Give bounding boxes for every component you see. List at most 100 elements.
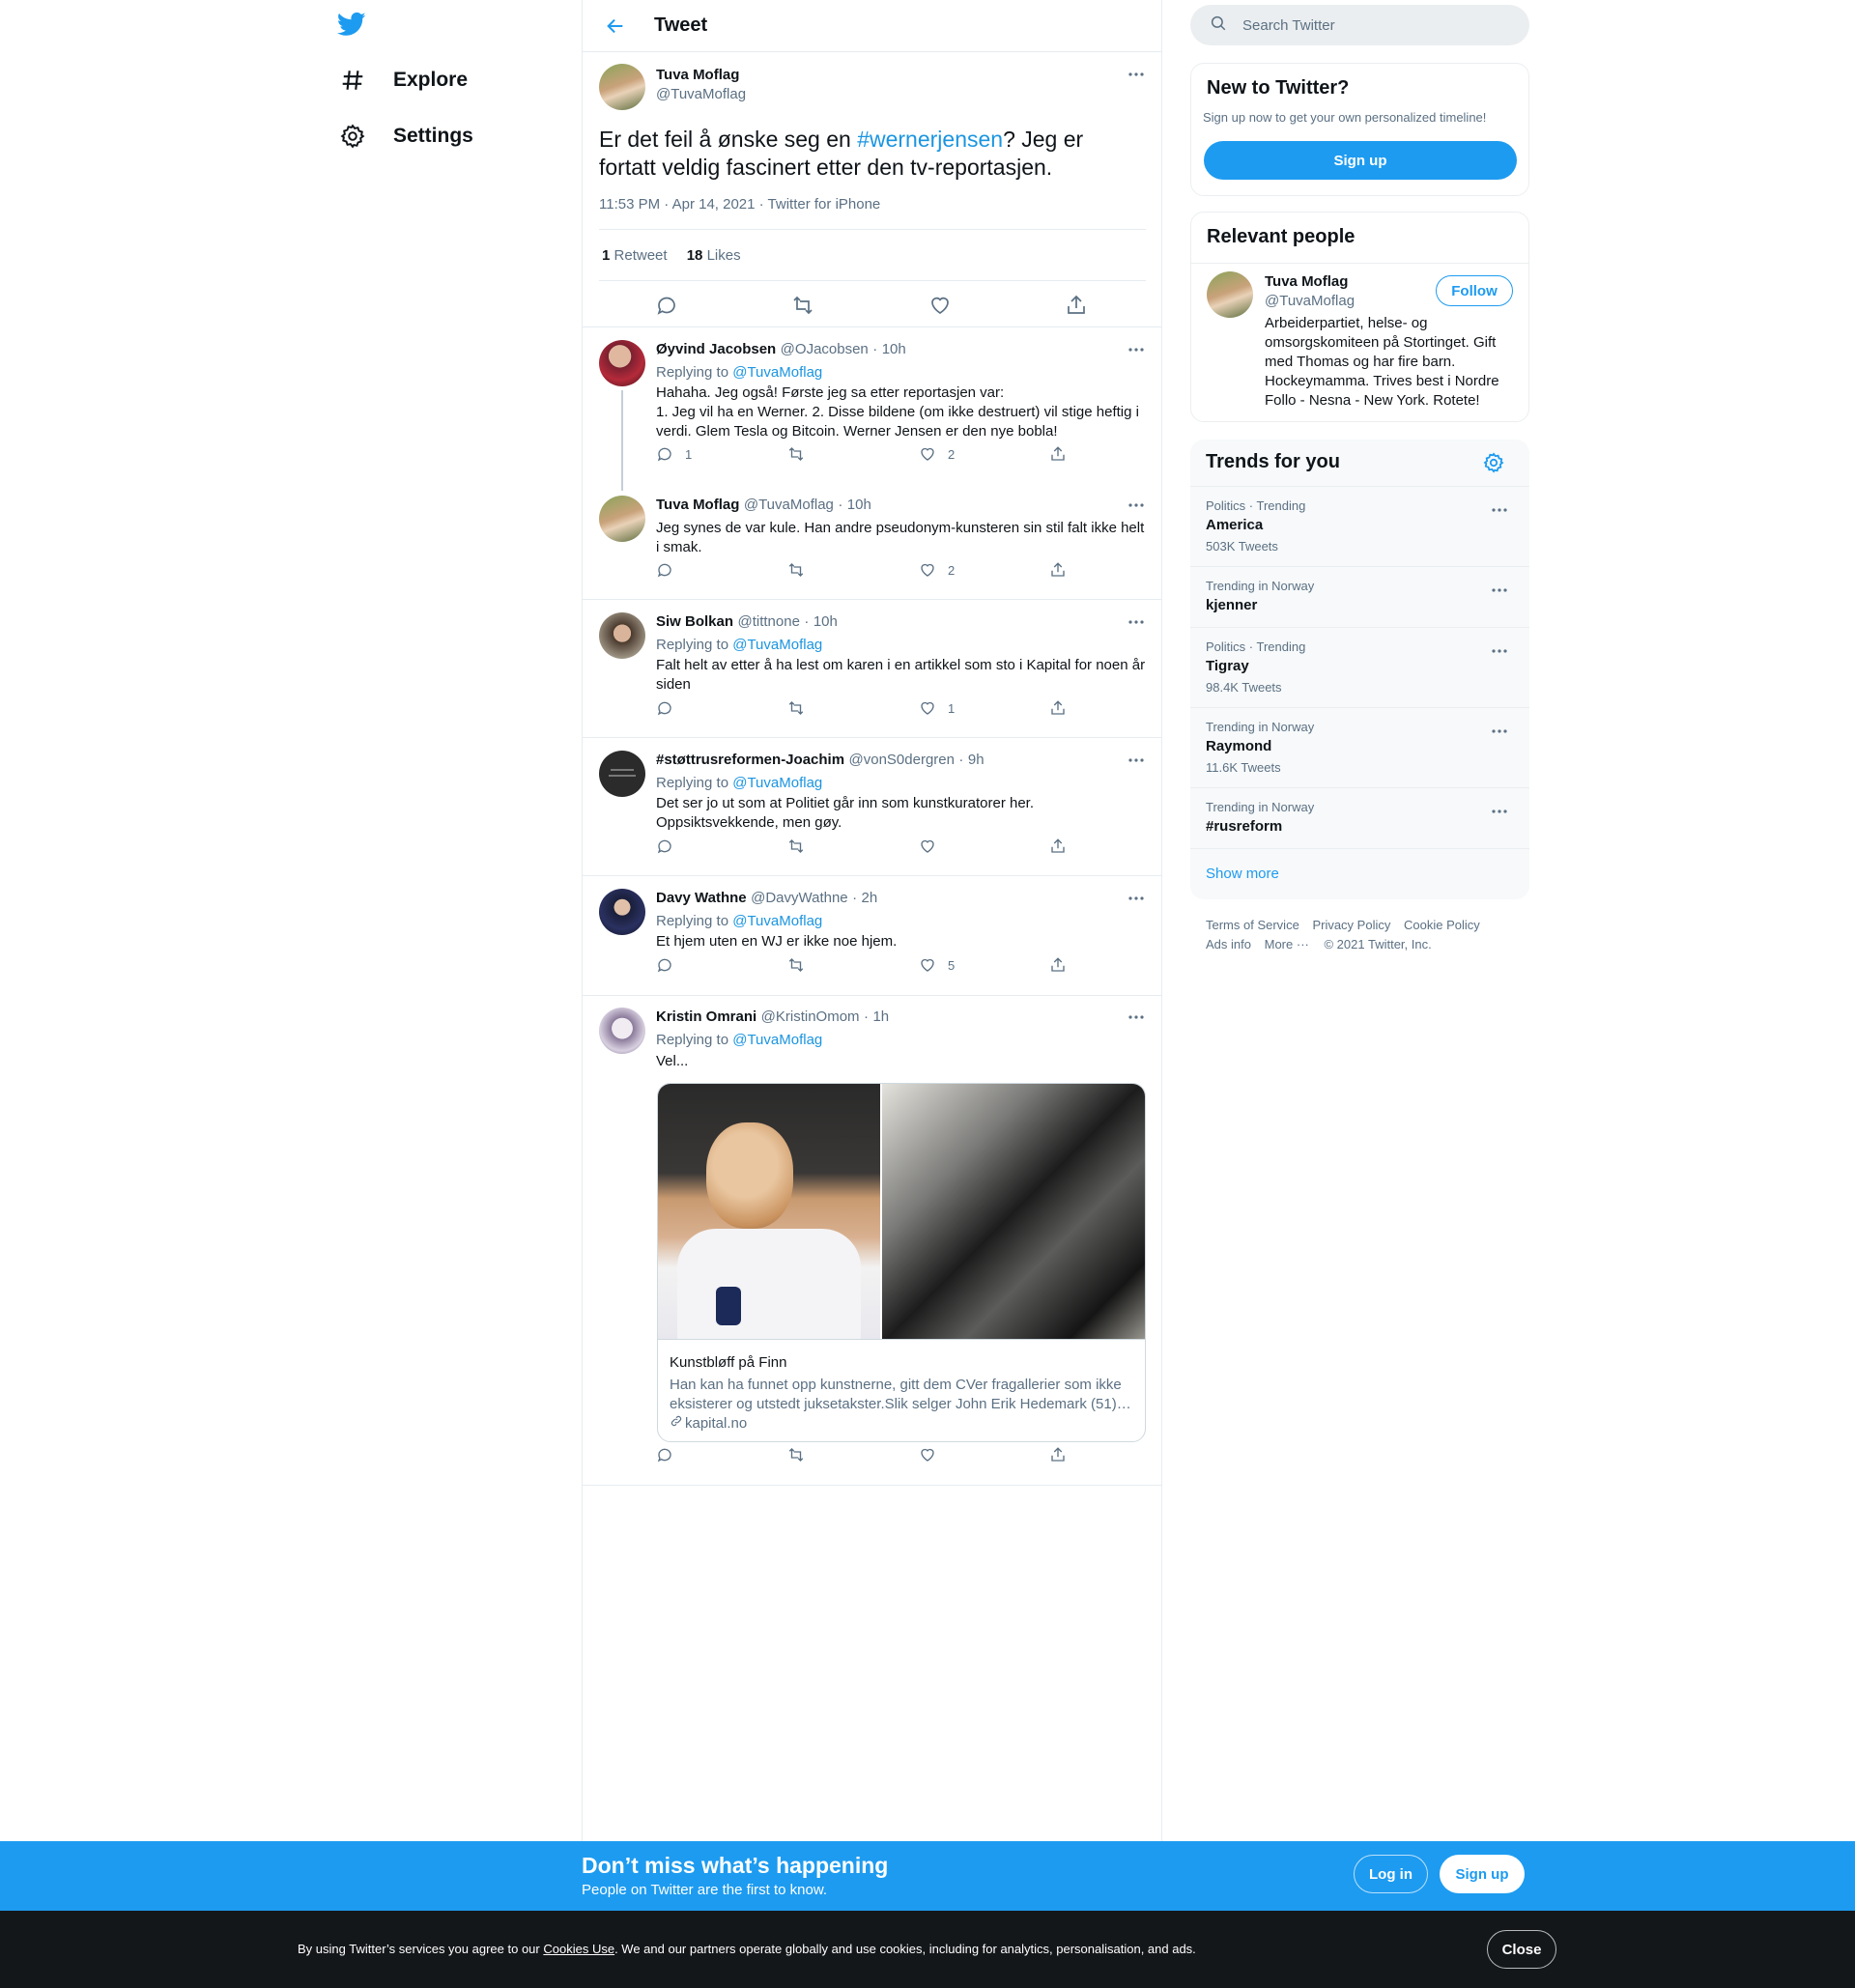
replying-to-link[interactable]: @TuvaMoflag (732, 775, 822, 791)
link-card[interactable]: Kunstbløff på Finn Han kan ha funnet opp… (657, 1083, 1146, 1442)
avatar[interactable] (599, 889, 645, 935)
more-options-icon[interactable] (1486, 641, 1513, 661)
trend-item[interactable]: Trending in Norway Raymond 11.6K Tweets (1190, 707, 1529, 787)
share-icon[interactable] (1065, 294, 1088, 322)
author-name[interactable]: Tuva Moflag (656, 67, 739, 83)
replying-to-link[interactable]: @TuvaMoflag (732, 364, 822, 381)
avatar[interactable] (599, 340, 645, 386)
settings-gear-icon[interactable] (1482, 451, 1505, 479)
share-button[interactable] (1049, 956, 1067, 974)
replying-to-link[interactable]: @TuvaMoflag (732, 913, 822, 929)
retweet-button[interactable] (787, 838, 805, 855)
more-options-icon[interactable] (1123, 1008, 1150, 1027)
terms-link[interactable]: Terms of Service (1206, 918, 1299, 932)
trend-item[interactable]: Politics · Trending America 503K Tweets (1190, 486, 1529, 566)
retweet-button[interactable] (787, 956, 805, 974)
likes-stat[interactable]: 18 Likes (687, 247, 741, 264)
avatar[interactable] (599, 496, 645, 542)
more-options-icon[interactable] (1486, 802, 1513, 821)
more-options-icon[interactable] (1486, 581, 1513, 600)
reply-time[interactable]: 10h (813, 613, 838, 630)
trend-item[interactable]: Trending in Norway kjenner (1190, 566, 1529, 627)
avatar[interactable] (599, 1008, 645, 1054)
share-button[interactable] (1049, 838, 1067, 855)
share-button[interactable] (1049, 699, 1067, 717)
nav-explore[interactable]: Explore (333, 55, 468, 105)
login-button[interactable]: Log in (1354, 1855, 1428, 1893)
tweet-meta[interactable]: 11:53 PM · Apr 14, 2021 · Twitter for iP… (599, 196, 880, 213)
retweet-icon[interactable] (791, 294, 814, 322)
reply-time[interactable]: 1h (872, 1008, 889, 1025)
like-button[interactable]: 2 (919, 561, 955, 579)
reply-author-name[interactable]: Siw Bolkan (656, 613, 733, 630)
like-button[interactable] (919, 838, 948, 855)
reply-button[interactable] (656, 699, 685, 717)
more-options-icon[interactable] (1123, 496, 1150, 515)
reply-time[interactable]: 10h (847, 497, 871, 513)
more-options-icon[interactable] (1486, 722, 1513, 741)
more-options-icon[interactable] (1123, 65, 1150, 84)
reply-author-name[interactable]: #støttrusreformen-Joachim (656, 752, 844, 768)
back-arrow-icon[interactable] (602, 13, 629, 40)
privacy-link[interactable]: Privacy Policy (1312, 918, 1390, 932)
follow-button[interactable]: Follow (1436, 275, 1513, 306)
more-options-icon[interactable] (1123, 340, 1150, 359)
reply-author-handle[interactable]: @tittnone (737, 613, 799, 630)
reply-button[interactable] (656, 1446, 685, 1463)
reply-time[interactable]: 10h (882, 341, 906, 357)
cookie-link[interactable]: Cookie Policy (1404, 918, 1480, 932)
trend-item[interactable]: Politics · Trending Tigray 98.4K Tweets (1190, 627, 1529, 707)
author-handle[interactable]: @TuvaMoflag (656, 86, 746, 102)
reply-author-handle[interactable]: @DavyWathne (751, 890, 848, 906)
retweet-button[interactable] (787, 445, 805, 463)
reply-author-handle[interactable]: @TuvaMoflag (744, 497, 834, 513)
reply-author-name[interactable]: Tuva Moflag (656, 497, 739, 513)
ads-info-link[interactable]: Ads info (1206, 937, 1251, 951)
avatar[interactable] (1207, 271, 1253, 318)
more-options-icon[interactable] (1123, 751, 1150, 770)
more-options-icon[interactable] (1486, 500, 1513, 520)
replying-to-link[interactable]: @TuvaMoflag (732, 637, 822, 653)
close-button[interactable]: Close (1487, 1930, 1556, 1969)
replying-to-link[interactable]: @TuvaMoflag (732, 1032, 822, 1048)
reply-author-handle[interactable]: @vonS0dergren (849, 752, 955, 768)
show-more-link[interactable]: Show more (1206, 866, 1279, 882)
like-icon[interactable] (928, 294, 952, 322)
twitter-logo-icon[interactable] (335, 10, 368, 39)
nav-settings[interactable]: Settings (333, 111, 473, 161)
reply-time[interactable]: 9h (968, 752, 985, 768)
avatar[interactable] (599, 64, 645, 110)
trend-item[interactable]: Trending in Norway #rusreform (1190, 787, 1529, 848)
search-box[interactable] (1190, 5, 1529, 45)
retweet-button[interactable] (787, 561, 805, 579)
like-button[interactable]: 2 (919, 445, 955, 463)
reply-author-name[interactable]: Øyvind Jacobsen (656, 341, 776, 357)
reply-button[interactable] (656, 561, 685, 579)
reply-button[interactable] (656, 838, 685, 855)
avatar[interactable] (599, 612, 645, 659)
cookies-use-link[interactable]: Cookies Use (543, 1942, 614, 1956)
like-button[interactable]: 5 (919, 956, 955, 974)
avatar[interactable] (599, 751, 645, 797)
reply-author-handle[interactable]: @OJacobsen (781, 341, 869, 357)
reply-icon[interactable] (655, 294, 678, 322)
reply-button[interactable]: 1 (656, 445, 692, 463)
share-button[interactable] (1049, 445, 1067, 463)
reply-time[interactable]: 2h (862, 890, 878, 906)
person-handle[interactable]: @TuvaMoflag (1265, 293, 1355, 309)
more-options-icon[interactable] (1123, 889, 1150, 908)
share-button[interactable] (1049, 561, 1067, 579)
reply-button[interactable] (656, 956, 685, 974)
signup-button[interactable]: Sign up (1440, 1855, 1525, 1893)
share-button[interactable] (1049, 1446, 1067, 1463)
like-button[interactable] (919, 1446, 948, 1463)
sign-up-button[interactable]: Sign up (1204, 141, 1517, 180)
hashtag-link[interactable]: #wernerjensen (857, 127, 1003, 152)
person-name[interactable]: Tuva Moflag (1265, 273, 1348, 290)
reply-author-name[interactable]: Kristin Omrani (656, 1008, 756, 1025)
reply-author-name[interactable]: Davy Wathne (656, 890, 747, 906)
search-input[interactable] (1242, 16, 1513, 34)
like-button[interactable]: 1 (919, 699, 955, 717)
more-link[interactable]: More ··· (1265, 937, 1309, 951)
retweet-button[interactable] (787, 1446, 805, 1463)
